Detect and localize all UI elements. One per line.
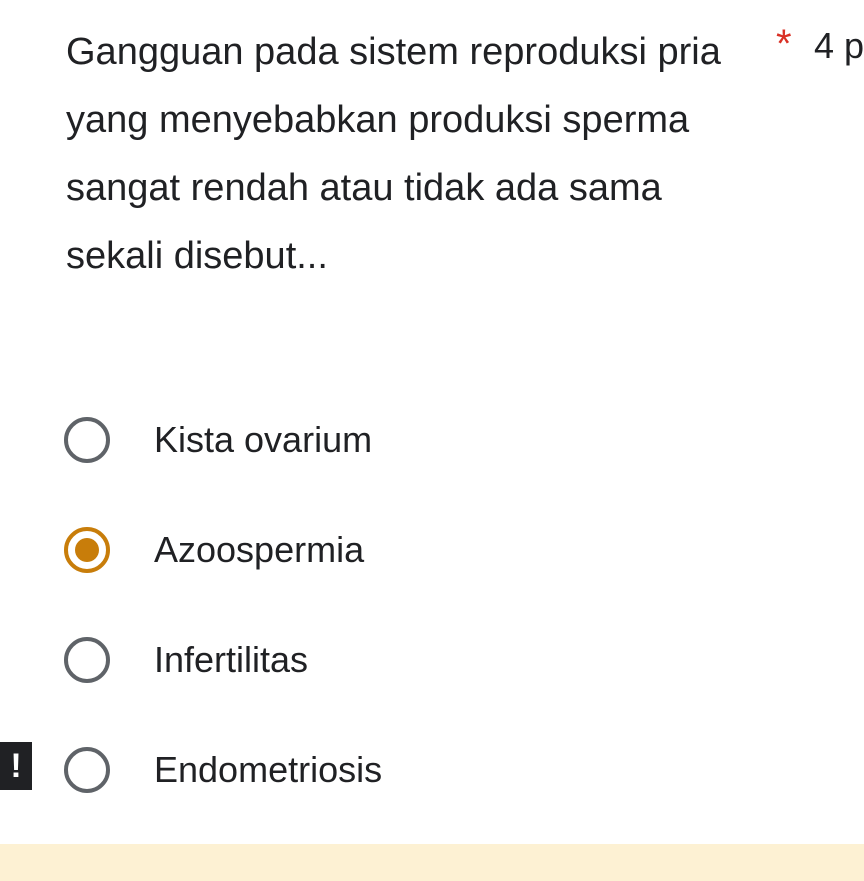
option-label: Endometriosis [154, 749, 383, 790]
required-asterisk: * [776, 22, 792, 66]
question-title: Gangguan pada sistem reproduksi pria yan… [66, 31, 721, 277]
error-marker-icon: ! [0, 742, 32, 790]
radio-button[interactable] [64, 747, 110, 793]
feedback-band [0, 844, 864, 881]
option-label: Infertilitas [154, 639, 309, 680]
option-infertilitas[interactable]: Infertilitas [64, 630, 764, 690]
points-label: 4 p [814, 25, 864, 66]
question-card: Gangguan pada sistem reproduksi pria yan… [0, 0, 864, 881]
radio-button-selected[interactable] [64, 527, 110, 573]
radio-button[interactable] [64, 417, 110, 463]
option-endometriosis[interactable]: Endometriosis [64, 740, 764, 800]
option-azoospermia[interactable]: Azoospermia [64, 520, 764, 580]
option-label: Azoospermia [154, 529, 365, 570]
option-label: Kista ovarium [154, 419, 373, 460]
option-kista-ovarium[interactable]: Kista ovarium [64, 410, 764, 470]
radio-button[interactable] [64, 637, 110, 683]
